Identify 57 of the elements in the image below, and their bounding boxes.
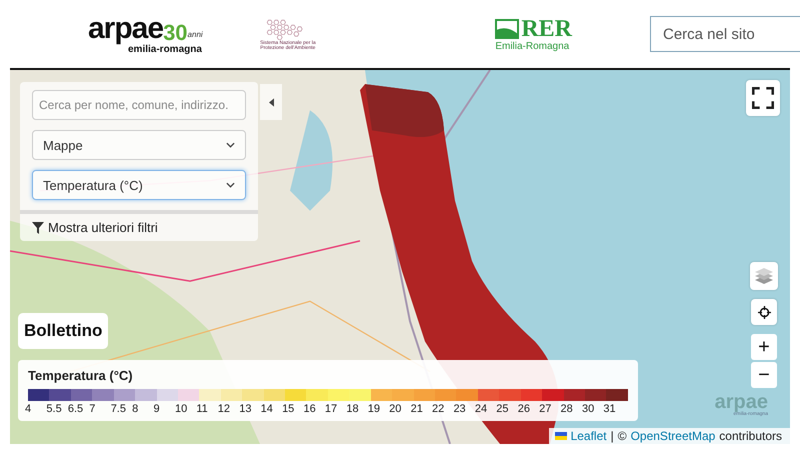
legend-label: 31 <box>603 403 616 415</box>
rer-logo[interactable]: RER Emilia-Romagna <box>495 16 572 52</box>
chevron-down-icon <box>226 142 235 148</box>
legend-label: 9 <box>154 403 160 415</box>
legend-label: 16 <box>303 403 316 415</box>
legend-label: 11 <box>196 403 208 415</box>
legend-label: 28 <box>560 403 573 415</box>
legend-label: 7.5 <box>110 403 126 415</box>
flag-icon <box>495 18 520 38</box>
map-select[interactable]: Mappe <box>32 130 246 160</box>
legend-label: 26 <box>518 403 530 415</box>
zoom-in-button[interactable]: + <box>751 334 777 360</box>
legend-label: 23 <box>453 403 466 415</box>
layers-icon <box>754 266 774 286</box>
legend-label: 21 <box>410 403 423 415</box>
legend-label: 22 <box>432 403 444 415</box>
caret-left-icon <box>268 98 274 106</box>
place-search-field[interactable]: Cerca per nome, comune, indirizzo. <box>32 90 246 120</box>
legend-label: 18 <box>346 403 359 415</box>
legend-label: 7 <box>89 403 96 415</box>
legend-label: 5.5 <box>46 403 62 415</box>
bulletin-button[interactable]: Bollettino <box>18 313 108 349</box>
legend-label: 24 <box>474 403 488 415</box>
legend-label: 10 <box>174 403 188 415</box>
legend-title: Temperatura (°C) <box>28 368 134 383</box>
openstreetmap-link[interactable]: OpenStreetMap <box>630 429 716 443</box>
legend-label: 4 <box>25 403 32 415</box>
attribution-text: contributors <box>719 429 782 443</box>
locate-button[interactable] <box>751 299 777 325</box>
zoom-out-button[interactable]: − <box>751 362 777 388</box>
map-select[interactable]: Temperatura (°C) <box>32 170 246 200</box>
legend-label: 12 <box>218 403 230 415</box>
chevron-down-icon <box>226 182 235 188</box>
legend-label: 8 <box>132 403 138 415</box>
legend-label: 14 <box>260 403 273 415</box>
layers-button[interactable] <box>750 262 778 290</box>
copyright-sign: © <box>618 429 627 443</box>
more-filters-button[interactable]: Mostra ulteriori filtri <box>20 210 258 241</box>
legend-label: 19 <box>368 403 380 415</box>
legend-label: 20 <box>389 403 402 415</box>
separator: | <box>610 429 614 443</box>
legend-label: 13 <box>239 403 252 415</box>
legend-label: 6.5 <box>68 403 84 415</box>
legend-label: 15 <box>282 403 294 415</box>
arpae-logo[interactable]: arpae30anni emilia-romagna <box>88 14 228 54</box>
legend-label: 17 <box>324 403 338 415</box>
leaflet-link[interactable]: Leaflet <box>570 429 607 443</box>
filter-icon <box>32 222 44 234</box>
fullscreen-icon <box>752 87 774 109</box>
legend-label: 27 <box>539 403 552 415</box>
legend-label: 25 <box>496 403 509 415</box>
legend-label: 30 <box>582 403 594 415</box>
site-search-field[interactable]: Cerca nel sito <box>650 16 800 52</box>
crosshair-icon <box>758 306 770 318</box>
flag-icon <box>554 432 567 440</box>
fullscreen-button[interactable] <box>746 80 780 116</box>
collapse-panel-button[interactable] <box>260 84 282 120</box>
